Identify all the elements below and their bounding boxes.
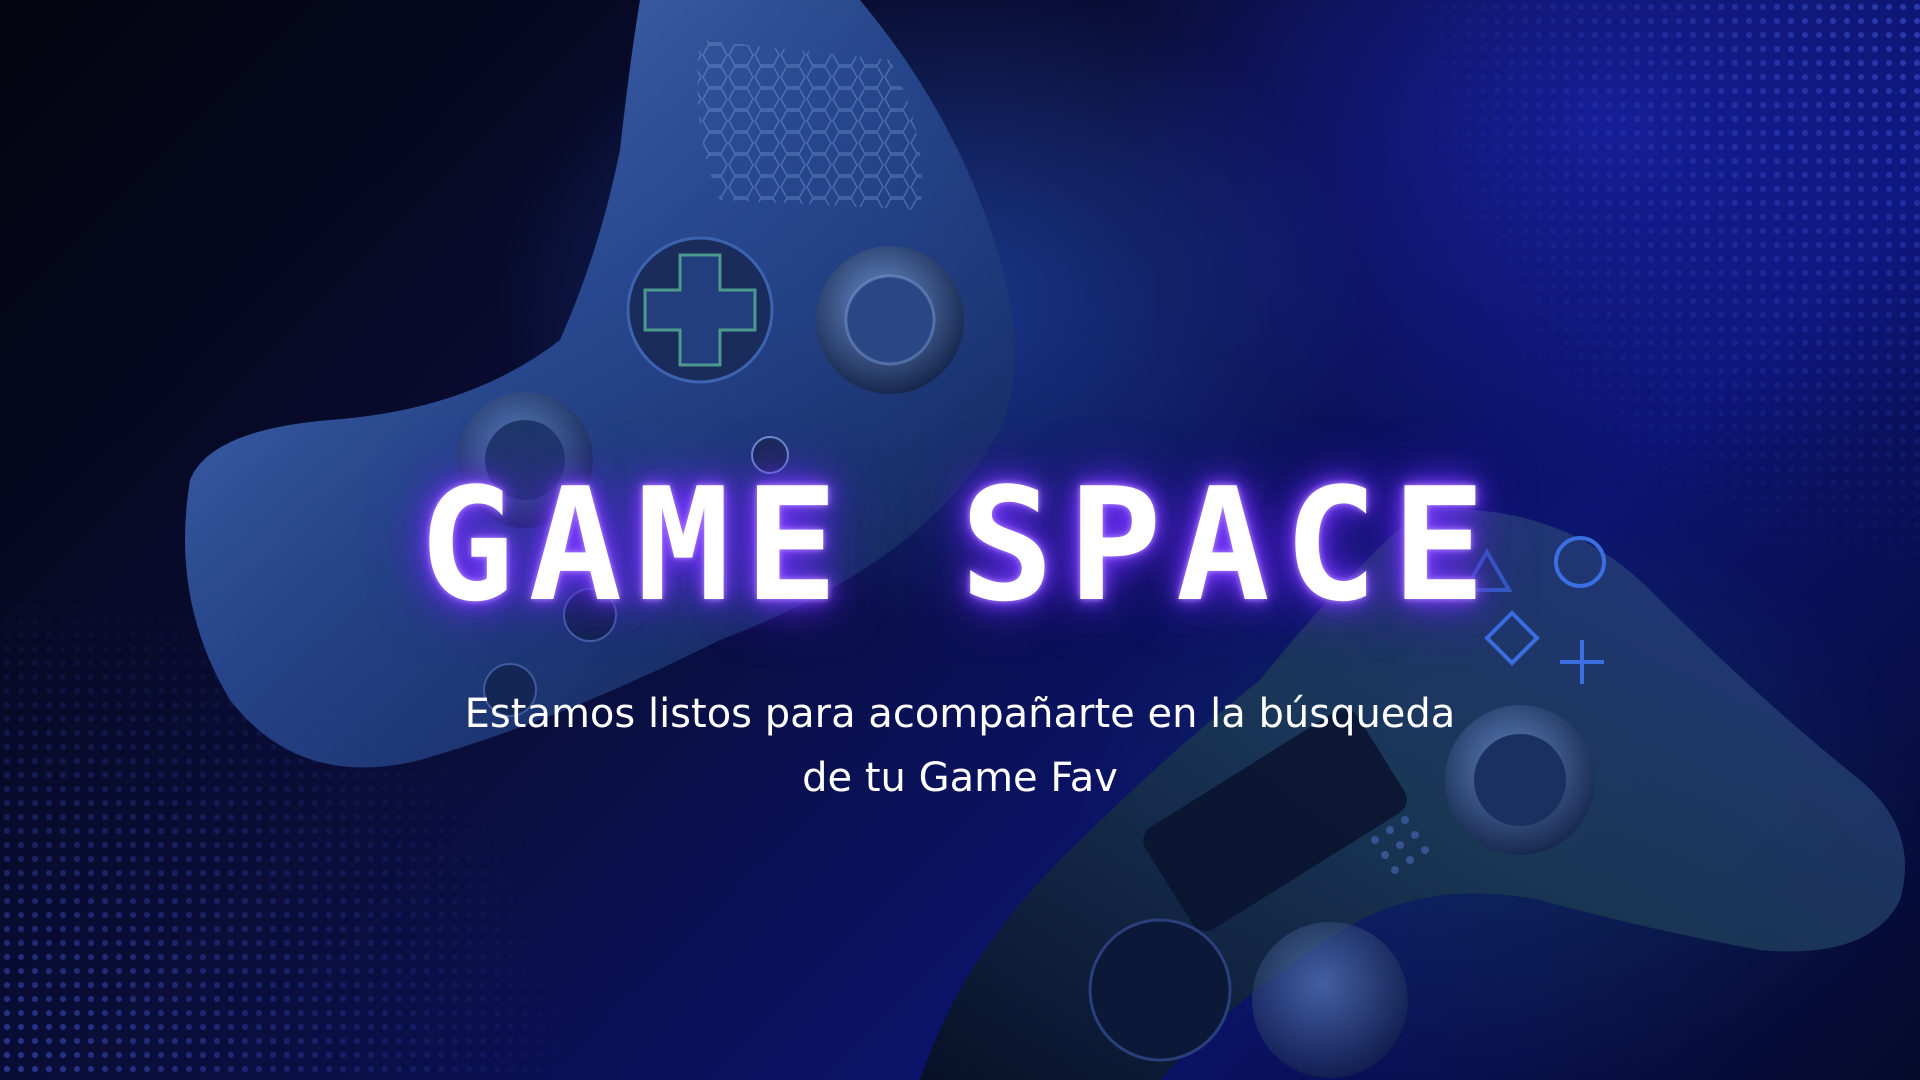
hero-banner: GAME SPACE Estamos listos para acompañar… (0, 0, 1920, 1080)
xbox-controller-icon (185, 0, 1015, 768)
hero-subtitle-line-1: Estamos listos para acompañarte en la bú… (464, 691, 1456, 737)
hero-title: GAME SPACE (420, 454, 1500, 636)
hero-subtitle-line-2: de tu Game Fav (802, 755, 1118, 801)
hero-subtitle: Estamos listos para acompañarte en la bú… (420, 682, 1500, 810)
